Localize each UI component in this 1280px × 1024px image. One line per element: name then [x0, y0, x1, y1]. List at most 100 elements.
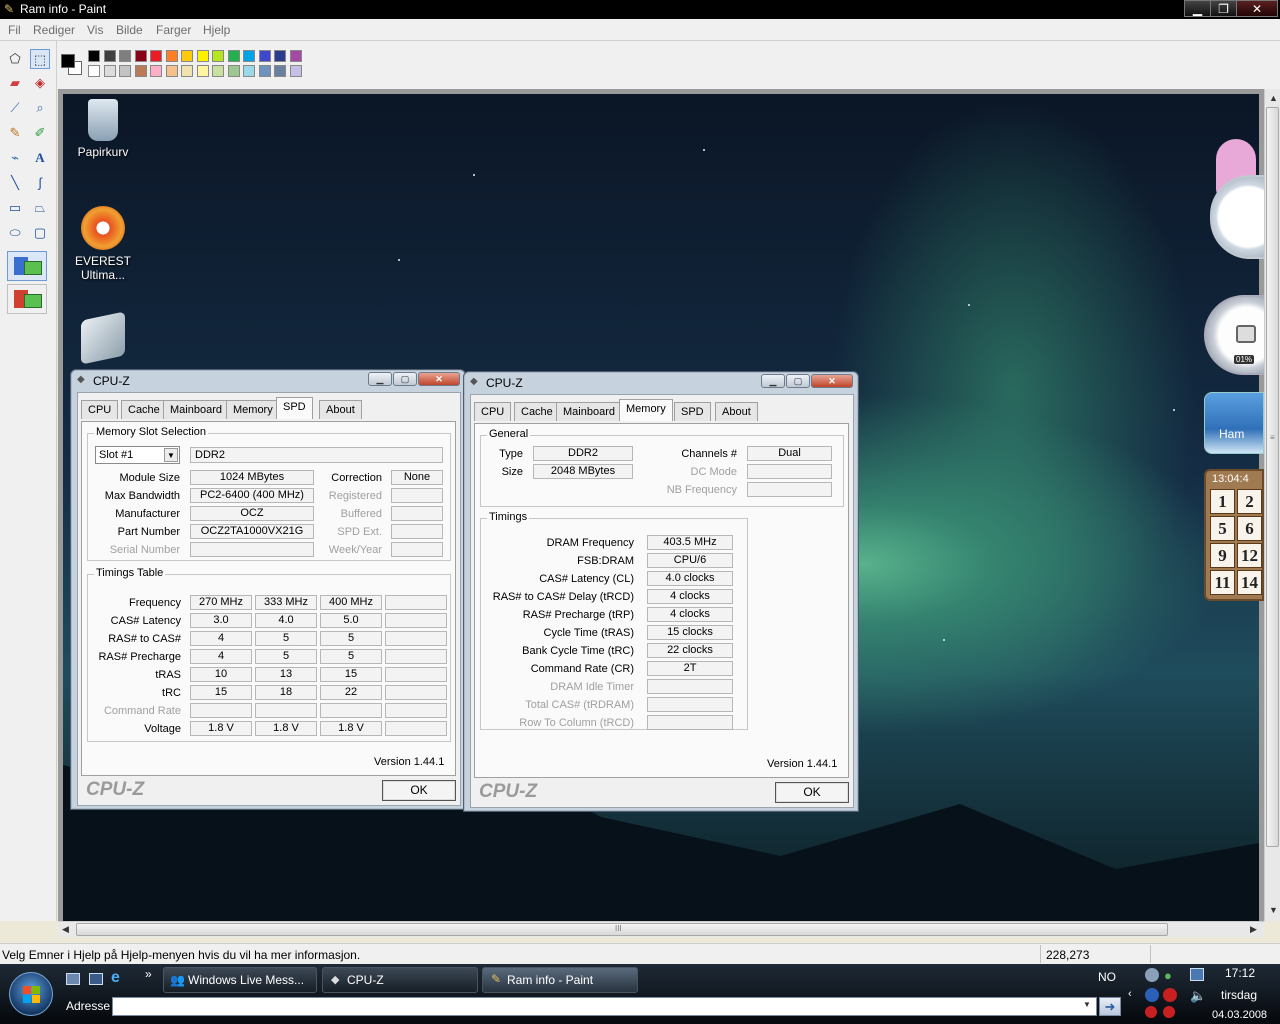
palette-color-swatch[interactable]	[103, 50, 116, 62]
line-icon[interactable]: ╲	[5, 173, 25, 193]
polygon-icon[interactable]: ⏢	[30, 198, 50, 218]
desktop-icon-network[interactable]	[68, 311, 138, 365]
slot-select[interactable]: Slot #1 ▼	[95, 446, 180, 464]
tab-about[interactable]: About	[319, 400, 362, 419]
palette-color-swatch[interactable]	[289, 65, 302, 77]
tray-expand-icon[interactable]: ‹	[1128, 988, 1132, 1000]
address-dropdown-icon[interactable]: ▼	[1083, 1000, 1091, 1009]
palette-color-swatch[interactable]	[134, 65, 147, 77]
tab-cache[interactable]: Cache	[514, 402, 560, 421]
tab-spd[interactable]: SPD	[276, 397, 313, 419]
text-icon[interactable]: A	[30, 148, 50, 168]
tray-network-icon[interactable]	[1190, 968, 1204, 981]
tab-mainboard[interactable]: Mainboard	[556, 402, 622, 421]
desktop-icon-everest[interactable]: EVEREST Ultima...	[68, 206, 138, 282]
cpuz-memory-window[interactable]: ◆ CPU-Z ▁ ▢ ✕ CPU Cache Mainboard Memory…	[463, 371, 859, 812]
taskbar-button-messenger[interactable]: 👥 Windows Live Mess...	[163, 967, 317, 993]
go-arrow-button[interactable]: ➜	[1099, 997, 1121, 1016]
palette-color-swatch[interactable]	[119, 65, 131, 77]
tab-cpu[interactable]: CPU	[81, 400, 119, 419]
puzzle-tile[interactable]: 14	[1237, 570, 1262, 595]
taskbar-button-cpuz[interactable]: ◆ CPU-Z	[322, 967, 478, 993]
cpuz-spd-window[interactable]: ◆ CPU-Z ▁ ▢ ✕ CPU Cache Mainboard Memory…	[70, 369, 466, 810]
desktop-icon-recycle-bin[interactable]: Papirkurv	[68, 99, 138, 159]
tray-alert-icon-2[interactable]	[1163, 1006, 1175, 1018]
puzzle-tile[interactable]: 12	[1237, 543, 1262, 568]
quicklaunch-overflow-icon[interactable]: »	[145, 967, 152, 981]
tray-messenger-icon[interactable]: ●	[1164, 968, 1172, 983]
scroll-down-arrow-icon[interactable]: ▼	[1269, 905, 1278, 915]
palette-color-swatch[interactable]	[88, 65, 100, 77]
ok-button[interactable]: OK	[775, 782, 849, 803]
puzzle-tile[interactable]: 5	[1210, 516, 1235, 541]
palette-color-swatch[interactable]	[227, 65, 240, 77]
palette-color-swatch[interactable]	[258, 50, 271, 62]
tab-memory[interactable]: Memory	[619, 399, 673, 421]
tab-memory[interactable]: Memory	[226, 400, 280, 419]
palette-color-swatch[interactable]	[181, 65, 193, 77]
menu-farger[interactable]: Farger	[156, 23, 191, 37]
palette-color-swatch[interactable]	[150, 65, 162, 77]
menu-vis[interactable]: Vis	[87, 23, 103, 37]
ellipse-icon[interactable]: ⬭	[5, 223, 25, 243]
horizontal-scroll-thumb[interactable]: III	[76, 923, 1168, 936]
puzzle-tile[interactable]: 1	[1210, 489, 1235, 514]
fill-icon[interactable]: ◈	[30, 73, 50, 93]
airbrush-icon[interactable]: ⌁	[5, 148, 25, 168]
clock-time[interactable]: 17:12	[1225, 966, 1255, 980]
eraser-icon[interactable]: ▰	[5, 73, 25, 93]
tray-alert-icon[interactable]	[1145, 1006, 1157, 1018]
close-button[interactable]: ✕	[1236, 0, 1278, 17]
menu-hjelp[interactable]: Hjelp	[203, 23, 230, 37]
rectangle-icon[interactable]: ▭	[5, 198, 25, 218]
switch-windows-icon[interactable]	[89, 973, 103, 985]
puzzle-gadget[interactable]: 13:04:4 1 2 5 6 9 12 11 14	[1204, 469, 1264, 601]
minimize-button[interactable]: ▁	[1184, 0, 1211, 17]
scroll-up-arrow-icon[interactable]: ▲	[1269, 93, 1278, 103]
cpuz-close-button[interactable]: ✕	[811, 374, 853, 388]
menu-rediger[interactable]: Rediger	[33, 23, 75, 37]
tray-volume-icon[interactable]: 🔈	[1190, 988, 1206, 1004]
tray-antivirus-icon[interactable]	[1163, 988, 1177, 1002]
tab-spd[interactable]: SPD	[674, 402, 711, 421]
show-desktop-icon[interactable]	[66, 973, 80, 985]
palette-color-swatch[interactable]	[258, 65, 271, 77]
taskbar-button-paint[interactable]: ✎ Ram info - Paint	[482, 967, 638, 993]
tab-mainboard[interactable]: Mainboard	[163, 400, 229, 419]
internet-explorer-icon[interactable]: e	[111, 969, 120, 987]
palette-color-swatch[interactable]	[289, 50, 302, 62]
cpuz-close-button[interactable]: ✕	[418, 372, 460, 386]
palette-color-swatch[interactable]	[103, 65, 116, 77]
vertical-scroll-thumb[interactable]: ≡	[1266, 107, 1279, 847]
cpuz-minimize-button[interactable]: ▁	[761, 374, 785, 388]
palette-color-swatch[interactable]	[165, 65, 178, 77]
tab-cache[interactable]: Cache	[121, 400, 167, 419]
scroll-left-arrow-icon[interactable]: ◀	[62, 924, 69, 935]
puzzle-tile[interactable]: 9	[1210, 543, 1235, 568]
palette-color-swatch[interactable]	[181, 50, 193, 62]
tab-about[interactable]: About	[715, 402, 758, 421]
vertical-scrollbar[interactable]: ▲ ≡ ▼	[1264, 89, 1280, 921]
tray-app-icon[interactable]	[1145, 968, 1159, 982]
opaque-option[interactable]	[7, 251, 47, 281]
palette-color-swatch[interactable]	[212, 65, 224, 77]
palette-color-swatch[interactable]	[119, 50, 131, 62]
brush-icon[interactable]: ✐	[30, 123, 50, 143]
weather-gadget[interactable]: Ham	[1204, 392, 1264, 454]
scroll-right-arrow-icon[interactable]: ▶	[1250, 924, 1257, 935]
palette-color-swatch[interactable]	[274, 50, 286, 62]
palette-color-swatch[interactable]	[196, 65, 209, 77]
ok-button[interactable]: OK	[382, 780, 456, 801]
puzzle-tile[interactable]: 6	[1237, 516, 1262, 541]
palette-color-swatch[interactable]	[227, 50, 240, 62]
address-input[interactable]: ▼	[112, 997, 1097, 1016]
transparent-option[interactable]	[7, 284, 47, 314]
palette-color-swatch[interactable]	[243, 65, 255, 77]
clock-date[interactable]: 04.03.2008	[1212, 1009, 1267, 1021]
horizontal-scrollbar[interactable]: ◀ III ▶	[58, 921, 1264, 937]
chevron-down-icon[interactable]: ▼	[164, 448, 178, 462]
rect-select-icon[interactable]: ⬚	[30, 49, 50, 69]
palette-color-swatch[interactable]	[134, 50, 147, 62]
rounded-rect-icon[interactable]: ▢	[30, 223, 50, 243]
free-select-icon[interactable]: ⬠	[5, 49, 25, 69]
